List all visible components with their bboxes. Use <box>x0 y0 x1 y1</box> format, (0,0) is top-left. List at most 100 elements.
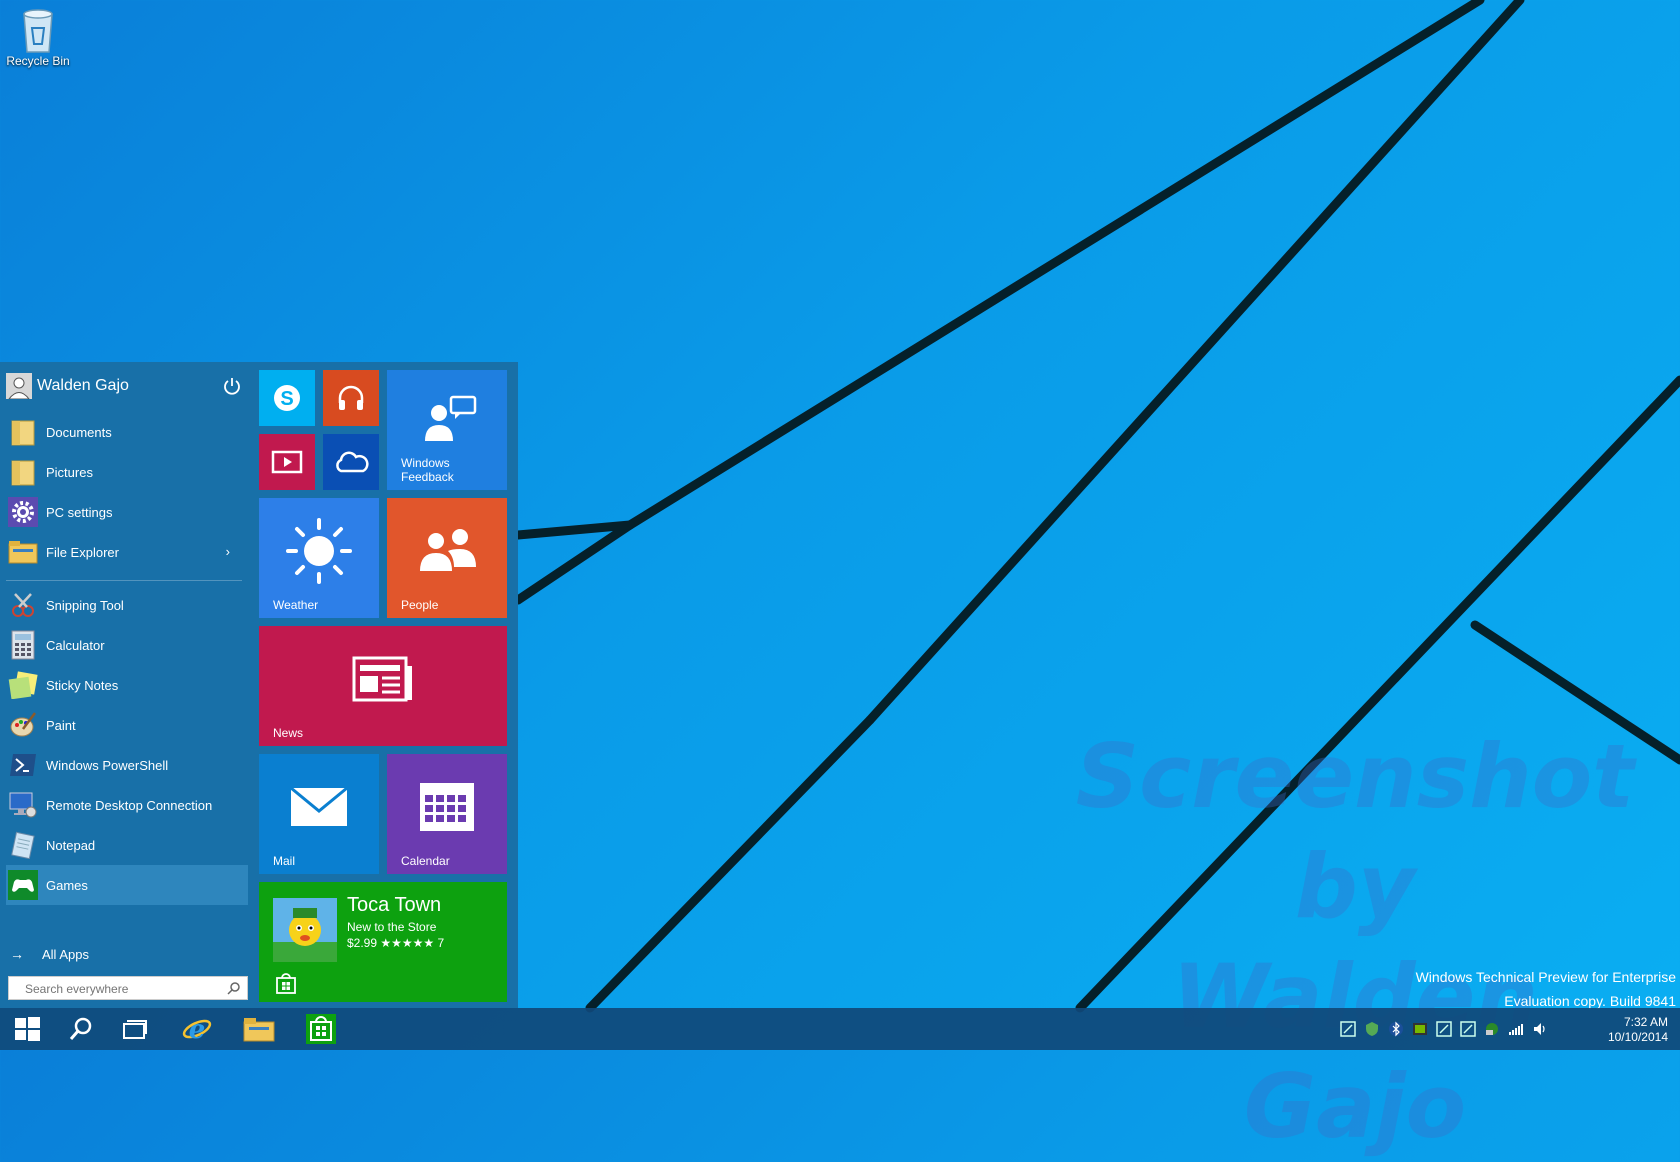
tray-app-icon[interactable] <box>1340 1021 1356 1037</box>
tile-music[interactable] <box>323 370 379 426</box>
remote-desktop-icon <box>8 790 38 820</box>
nvidia-icon[interactable] <box>1412 1021 1428 1037</box>
user-avatar-icon <box>6 373 32 399</box>
recycle-bin-icon <box>23 9 53 53</box>
taskbar-file-explorer[interactable] <box>232 1008 286 1050</box>
menu-item-remote-desktop[interactable]: Remote Desktop Connection <box>0 785 240 825</box>
recycle-bin-label: Recycle Bin <box>6 54 70 68</box>
gamepad-icon <box>8 870 38 900</box>
tray-app-icon-2[interactable] <box>1436 1021 1452 1037</box>
menu-item-documents[interactable]: Documents <box>0 412 240 452</box>
taskbar-search-button[interactable] <box>54 1008 108 1050</box>
network-globe-icon[interactable] <box>1484 1021 1500 1037</box>
bluetooth-icon[interactable] <box>1388 1021 1404 1037</box>
menu-item-label: Paint <box>46 717 76 733</box>
menu-item-snipping-tool[interactable]: Snipping Tool <box>0 585 240 625</box>
power-icon[interactable] <box>222 376 242 396</box>
menu-item-pictures[interactable]: Pictures <box>0 452 240 492</box>
task-view-button[interactable] <box>108 1008 162 1050</box>
sun-icon <box>286 518 352 584</box>
feedback-icon <box>425 395 477 441</box>
calendar-icon <box>420 783 474 831</box>
menu-item-games[interactable]: Games <box>6 865 248 905</box>
tile-video[interactable] <box>259 434 315 490</box>
menu-item-label: Pictures <box>46 464 93 480</box>
tile-label: People <box>401 598 439 612</box>
menu-item-label: Snipping Tool <box>46 597 124 613</box>
tile-weather[interactable]: Weather <box>259 498 379 618</box>
start-menu: Walden Gajo Documents Pictures PC settin… <box>0 362 518 1008</box>
menu-item-label: File Explorer <box>46 544 119 560</box>
taskbar-clock[interactable]: 7:32 AM 10/10/2014 <box>1608 1015 1668 1045</box>
search-icon <box>69 1017 92 1040</box>
tile-skype[interactable]: S <box>259 370 315 426</box>
start-menu-left-column: Walden Gajo Documents Pictures PC settin… <box>0 362 252 1008</box>
eval-line-1: Windows Technical Preview for Enterprise <box>1415 969 1676 985</box>
tray-app-icon-3[interactable] <box>1460 1021 1476 1037</box>
store-app-price-rating: $2.99 ★★★★★ 7 <box>347 936 445 950</box>
folder-icon <box>243 1018 275 1042</box>
skype-icon: S <box>274 385 300 411</box>
clock-time: 7:32 AM <box>1623 1015 1668 1029</box>
search-icon[interactable] <box>227 981 241 995</box>
svg-text:S: S <box>280 388 293 410</box>
tile-news[interactable]: News <box>259 626 507 746</box>
taskbar: e 7:32 AM 10/10/2014 <box>0 1008 1680 1050</box>
paint-palette-icon <box>8 710 38 740</box>
menu-item-sticky-notes[interactable]: Sticky Notes <box>0 665 240 705</box>
store-bag-icon <box>276 973 296 994</box>
tile-label: Weather <box>273 598 319 612</box>
menu-item-label: PC settings <box>46 504 113 520</box>
watermark-line-1: Screenshot by <box>1075 725 1635 938</box>
tile-onedrive[interactable] <box>323 434 379 490</box>
volume-icon[interactable] <box>1532 1021 1548 1037</box>
tile-label: Windows Feedback <box>401 456 454 484</box>
recycle-bin-desktop-icon[interactable]: Recycle Bin <box>6 6 70 68</box>
tile-windows-feedback[interactable]: Windows Feedback <box>387 370 507 490</box>
menu-item-pc-settings[interactable]: PC settings <box>0 492 240 532</box>
menu-item-label: Games <box>46 877 88 893</box>
windows-logo-icon <box>15 1017 40 1041</box>
video-icon <box>271 450 303 474</box>
svg-text:e: e <box>189 1015 206 1045</box>
search-input[interactable] <box>9 977 227 1001</box>
all-apps-link[interactable]: → All Apps <box>10 946 89 962</box>
file-explorer-icon <box>8 537 38 567</box>
taskbar-internet-explorer[interactable]: e <box>170 1008 224 1050</box>
menu-item-paint[interactable]: Paint <box>0 705 240 745</box>
watermark: Screenshot by Walden Gajo <box>1055 722 1655 1162</box>
folder-icon <box>8 417 38 447</box>
toca-town-app-icon <box>273 898 337 962</box>
tile-mail[interactable]: Mail <box>259 754 379 874</box>
store-app-title: Toca Town <box>347 894 442 916</box>
menu-item-label: Documents <box>46 424 112 440</box>
powershell-icon <box>8 750 38 780</box>
tile-store[interactable]: Toca Town New to the Store $2.99 ★★★★★ 7 <box>259 882 507 1002</box>
sticky-note-icon <box>8 670 38 700</box>
menu-item-file-explorer[interactable]: File Explorer › <box>0 532 240 572</box>
tile-label: News <box>273 726 304 740</box>
chevron-right-icon[interactable]: › <box>226 544 230 559</box>
shield-icon[interactable] <box>1364 1021 1380 1037</box>
user-account[interactable]: Walden Gajo <box>6 370 248 402</box>
scissors-icon <box>8 590 38 620</box>
menu-item-notepad[interactable]: Notepad <box>0 825 240 865</box>
store-icon <box>306 1014 336 1044</box>
folder-icon <box>8 457 38 487</box>
people-icon <box>420 529 476 571</box>
menu-item-label: Notepad <box>46 837 96 853</box>
internet-explorer-icon: e <box>182 1015 212 1045</box>
wifi-signal-icon[interactable] <box>1508 1021 1524 1037</box>
taskbar-store[interactable] <box>294 1008 348 1050</box>
menu-item-label: Calculator <box>46 637 105 653</box>
tile-label: Calendar <box>401 854 450 868</box>
newspaper-icon <box>352 656 412 702</box>
menu-item-windows-powershell[interactable]: Windows PowerShell <box>0 745 240 785</box>
tile-calendar[interactable]: Calendar <box>387 754 507 874</box>
search-box[interactable] <box>8 976 248 1001</box>
start-menu-list: Documents Pictures PC settings File Expl… <box>0 412 252 905</box>
menu-item-calculator[interactable]: Calculator <box>0 625 240 665</box>
all-apps-label: All Apps <box>42 946 89 962</box>
start-button[interactable] <box>0 1008 54 1050</box>
tile-people[interactable]: People <box>387 498 507 618</box>
